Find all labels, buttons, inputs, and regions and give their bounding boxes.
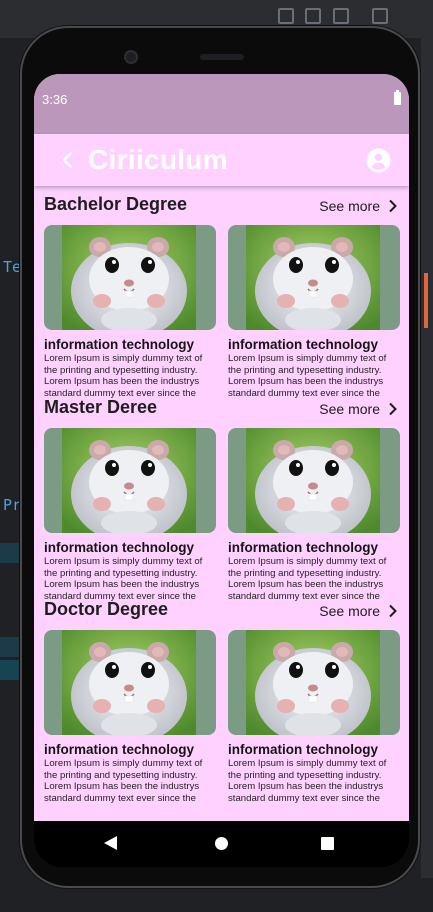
card-title: information technology xyxy=(44,337,194,352)
card-description: Lorem Ipsum is simply dummy text of the … xyxy=(228,353,387,399)
course-card[interactable]: information technology Lorem Ipsum is si… xyxy=(228,225,400,399)
hamster-image xyxy=(228,428,400,533)
card-title: information technology xyxy=(228,540,378,555)
course-card[interactable]: information technology Lorem Ipsum is si… xyxy=(44,225,216,399)
hamster-image xyxy=(228,630,400,735)
hamster-image xyxy=(228,225,400,330)
layout-icon[interactable] xyxy=(305,8,321,24)
section-title: Bachelor Degree xyxy=(44,194,188,214)
nav-recents-icon[interactable] xyxy=(321,837,334,850)
ide-code-text: Pr xyxy=(3,496,22,514)
card-description: Lorem Ipsum is simply dummy text of the … xyxy=(228,556,387,602)
chevron-right-icon xyxy=(389,604,397,618)
card-title: information technology xyxy=(228,742,378,757)
card-description: Lorem Ipsum is simply dummy text of the … xyxy=(44,556,203,602)
ide-highlight xyxy=(0,660,20,680)
card-title: information technology xyxy=(44,540,194,555)
see-more-button[interactable]: See more xyxy=(319,397,400,421)
card-description: Lorem Ipsum is simply dummy text of the … xyxy=(228,758,387,804)
camera xyxy=(124,50,138,64)
section-header: Doctor Degree See more xyxy=(44,597,400,625)
card-title: information technology xyxy=(44,742,194,757)
hamster-image xyxy=(44,428,216,533)
chevron-right-icon xyxy=(389,402,397,416)
layout-icon[interactable] xyxy=(278,8,294,24)
nav-home-icon[interactable] xyxy=(215,837,228,850)
card-title: information technology xyxy=(228,337,378,352)
chevron-right-icon xyxy=(389,199,397,213)
see-more-button[interactable]: See more xyxy=(319,194,400,218)
page-title: Ciriiculum xyxy=(88,144,228,175)
app-bar: Ciriiculum xyxy=(34,134,409,186)
card-description: Lorem Ipsum is simply dummy text of the … xyxy=(44,353,203,399)
see-more-label: See more xyxy=(319,198,380,214)
curriculum-list[interactable]: Bachelor Degree See more information tec… xyxy=(34,186,409,821)
hamster-image xyxy=(44,630,216,735)
account-circle-icon[interactable] xyxy=(366,148,391,173)
course-card[interactable]: information technology Lorem Ipsum is si… xyxy=(228,428,400,602)
ide-highlight xyxy=(0,543,20,563)
card-description: Lorem Ipsum is simply dummy text of the … xyxy=(44,758,203,804)
see-more-label: See more xyxy=(319,603,380,619)
status-bar: 3:36 xyxy=(34,74,409,134)
course-card[interactable]: information technology Lorem Ipsum is si… xyxy=(44,428,216,602)
section-header: Bachelor Degree See more xyxy=(44,192,400,220)
arrow-back-icon[interactable] xyxy=(56,148,80,172)
layout-icon[interactable] xyxy=(333,8,349,24)
hamster-image xyxy=(44,225,216,330)
ide-right-panel xyxy=(421,38,433,878)
section-title: Doctor Degree xyxy=(44,599,169,619)
system-nav-bar xyxy=(34,821,409,867)
see-more-button[interactable]: See more xyxy=(319,599,400,623)
see-more-label: See more xyxy=(319,401,380,417)
nav-back-icon[interactable] xyxy=(104,836,117,850)
battery-icon xyxy=(394,90,401,105)
app-screen: 3:36 Ciriiculum Bachelor Degree See more xyxy=(34,74,409,821)
speaker xyxy=(200,54,244,60)
grid-icon[interactable] xyxy=(372,8,388,24)
status-time: 3:36 xyxy=(42,92,68,107)
course-card[interactable]: information technology Lorem Ipsum is si… xyxy=(44,630,216,804)
section-header: Master Deree See more xyxy=(44,395,400,423)
section-title: Master Deree xyxy=(44,397,158,417)
ide-highlight xyxy=(0,637,20,657)
ide-code-text: Te xyxy=(3,258,22,276)
course-card[interactable]: information technology Lorem Ipsum is si… xyxy=(228,630,400,804)
